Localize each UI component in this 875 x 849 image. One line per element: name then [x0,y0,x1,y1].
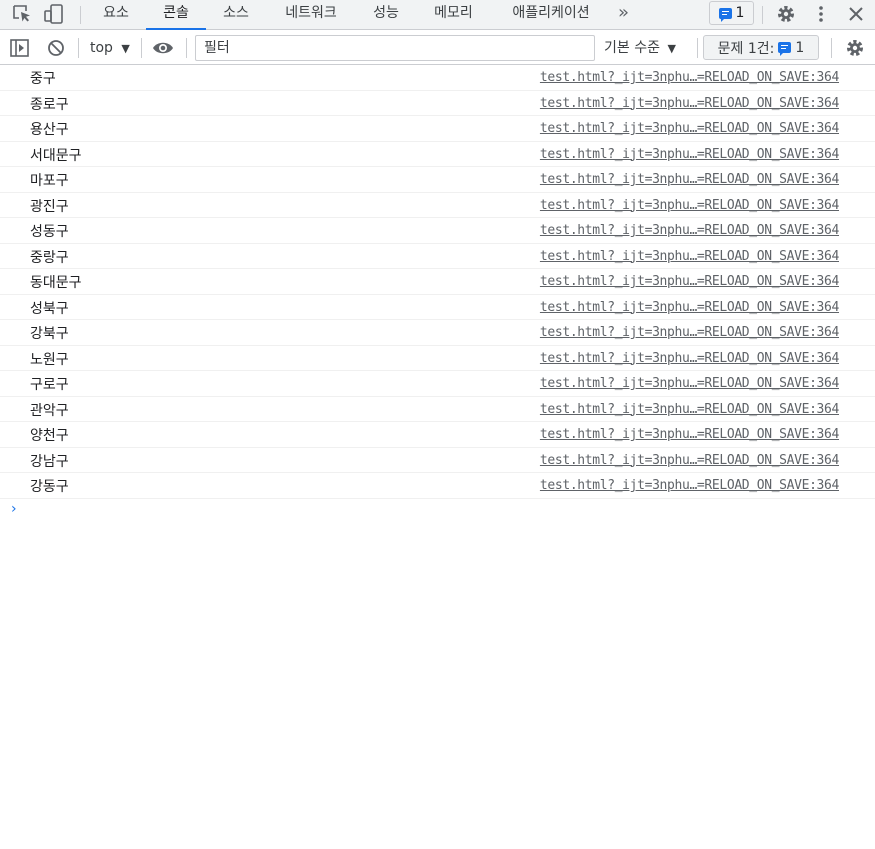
tab-console[interactable]: 콘솔 [146,0,206,30]
console-message: 양천구 test.html?_ijt=3nphu…=RELOAD_ON_SAVE:… [0,422,875,448]
message-text: 관악구 [30,402,69,419]
message-text: 중랑구 [30,249,69,266]
filter-input[interactable] [195,35,595,61]
message-text: 종로구 [30,96,69,113]
tab-sources[interactable]: 소스 [221,0,251,30]
context-selector[interactable]: top ▼ [90,37,130,59]
message-text: 용산구 [30,122,69,138]
sidebar-toggle-icon[interactable] [8,37,32,59]
message-text: 구로구 [30,377,69,393]
message-text: 동대문구 [30,275,82,291]
console-message: 서대문구 test.html?_ijt=3nphu…=RELOAD_ON_SAVE… [0,142,875,167]
tab-memory[interactable]: 메모리 [431,0,476,30]
log-levels-value: 기본 수준 [604,40,660,56]
console-message: 강남구 test.html?_ijt=3nphu…=RELOAD_ON_SAVE:… [0,448,875,473]
caret-down-icon: ▼ [121,42,130,55]
console-message: 마포구 test.html?_ijt=3nphu…=RELOAD_ON_SAVE:… [0,167,875,193]
issues-label: 문제 1건: [717,40,775,57]
console-message: 중구 test.html?_ijt=3nphu…=RELOAD_ON_SAVE:3… [0,65,875,91]
console-message: 강동구 test.html?_ijt=3nphu…=RELOAD_ON_SAVE:… [0,473,875,499]
issues-badge-button[interactable]: 1 [709,1,754,25]
console-toolbar: top ▼ 기본 수준 ▼ 문제 1건: 1 [0,31,875,65]
live-expression-eye-icon[interactable] [151,37,175,59]
tab-network[interactable]: 네트워크 [281,0,341,30]
message-text: 강남구 [30,453,69,470]
console-message: 광진구 test.html?_ijt=3nphu…=RELOAD_ON_SAVE:… [0,193,875,218]
source-link[interactable]: test.html?_ijt=3nphu…=RELOAD_ON_SAVE:364 [540,147,839,162]
source-link[interactable]: test.html?_ijt=3nphu…=RELOAD_ON_SAVE:364 [540,274,839,289]
source-link[interactable]: test.html?_ijt=3nphu…=RELOAD_ON_SAVE:364 [540,478,839,493]
console-message: 노원구 test.html?_ijt=3nphu…=RELOAD_ON_SAVE:… [0,346,875,371]
source-link[interactable]: test.html?_ijt=3nphu…=RELOAD_ON_SAVE:364 [540,453,839,468]
issues-count: 1 [795,39,805,56]
console-message: 성북구 test.html?_ijt=3nphu…=RELOAD_ON_SAVE:… [0,295,875,320]
kebab-menu-icon[interactable] [809,3,833,25]
context-selector-value: top [90,40,113,56]
console-message: 종로구 test.html?_ijt=3nphu…=RELOAD_ON_SAVE:… [0,91,875,116]
console-message: 강북구 test.html?_ijt=3nphu…=RELOAD_ON_SAVE:… [0,320,875,346]
issues-button[interactable]: 문제 1건: 1 [703,35,819,60]
message-text: 서대문구 [30,147,82,164]
log-levels-dropdown[interactable]: 기본 수준 ▼ [604,37,676,59]
console-message: 구로구 test.html?_ijt=3nphu…=RELOAD_ON_SAVE:… [0,371,875,397]
source-link[interactable]: test.html?_ijt=3nphu…=RELOAD_ON_SAVE:364 [540,402,839,417]
message-text: 중구 [30,71,56,87]
source-link[interactable]: test.html?_ijt=3nphu…=RELOAD_ON_SAVE:364 [540,351,839,366]
console-messages: 중구 test.html?_ijt=3nphu…=RELOAD_ON_SAVE:3… [0,65,875,524]
message-text: 성북구 [30,300,69,317]
message-text: 광진구 [30,198,69,215]
message-text: 성동구 [30,224,69,240]
source-link[interactable]: test.html?_ijt=3nphu…=RELOAD_ON_SAVE:364 [540,70,839,85]
tab-application[interactable]: 애플리케이션 [505,0,597,30]
source-link[interactable]: test.html?_ijt=3nphu…=RELOAD_ON_SAVE:364 [540,223,839,238]
console-message: 중랑구 test.html?_ijt=3nphu…=RELOAD_ON_SAVE:… [0,244,875,269]
message-text: 마포구 [30,173,69,189]
source-link[interactable]: test.html?_ijt=3nphu…=RELOAD_ON_SAVE:364 [540,172,839,187]
devtools-tab-bar: 요소 콘솔 소스 네트워크 성능 메모리 애플리케이션 » 1 [0,0,875,30]
inspect-element-icon[interactable] [10,3,34,25]
message-icon [718,7,732,22]
source-link[interactable]: test.html?_ijt=3nphu…=RELOAD_ON_SAVE:364 [540,325,839,340]
console-message: 성동구 test.html?_ijt=3nphu…=RELOAD_ON_SAVE:… [0,218,875,244]
tab-elements[interactable]: 요소 [101,0,131,30]
close-icon[interactable] [844,3,868,25]
message-text: 강동구 [30,479,69,495]
console-settings-gear-icon[interactable] [843,37,867,59]
source-link[interactable]: test.html?_ijt=3nphu…=RELOAD_ON_SAVE:364 [540,121,839,136]
message-text: 노원구 [30,351,69,368]
console-prompt[interactable]: › [0,499,875,524]
source-link[interactable]: test.html?_ijt=3nphu…=RELOAD_ON_SAVE:364 [540,249,839,264]
message-text: 강북구 [30,326,69,342]
source-link[interactable]: test.html?_ijt=3nphu…=RELOAD_ON_SAVE:364 [540,376,839,391]
console-message: 관악구 test.html?_ijt=3nphu…=RELOAD_ON_SAVE:… [0,397,875,422]
device-toolbar-icon[interactable] [42,3,66,25]
gear-icon[interactable] [774,3,798,25]
more-tabs-chevron-icon[interactable]: » [618,0,629,30]
console-message: 용산구 test.html?_ijt=3nphu…=RELOAD_ON_SAVE:… [0,116,875,142]
console-message: 동대문구 test.html?_ijt=3nphu…=RELOAD_ON_SAVE… [0,269,875,295]
clear-console-icon[interactable] [44,37,68,59]
issues-badge-count: 1 [735,5,745,21]
tab-performance[interactable]: 성능 [371,0,401,30]
caret-down-icon: ▼ [667,42,676,55]
source-link[interactable]: test.html?_ijt=3nphu…=RELOAD_ON_SAVE:364 [540,198,839,213]
prompt-chevron-icon: › [11,500,17,517]
source-link[interactable]: test.html?_ijt=3nphu…=RELOAD_ON_SAVE:364 [540,96,839,111]
message-icon [778,42,792,56]
message-text: 양천구 [30,428,69,444]
source-link[interactable]: test.html?_ijt=3nphu…=RELOAD_ON_SAVE:364 [540,427,839,442]
source-link[interactable]: test.html?_ijt=3nphu…=RELOAD_ON_SAVE:364 [540,300,839,315]
